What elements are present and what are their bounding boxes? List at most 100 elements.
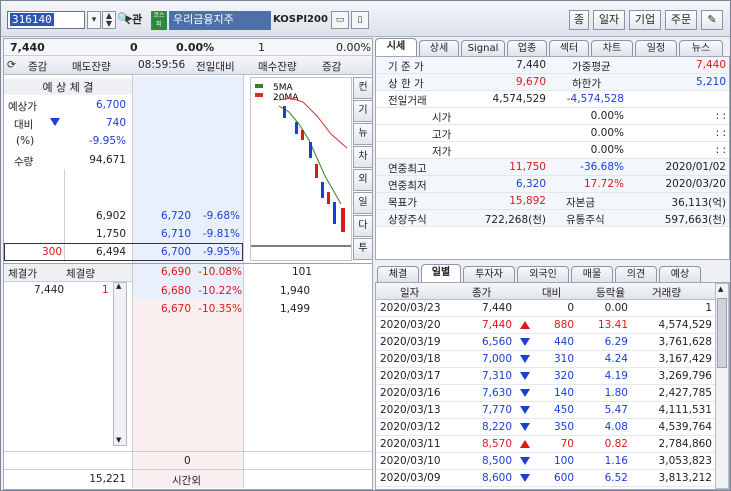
daily-volume: 4,539,764	[658, 421, 712, 433]
info-panel: 시세 상세 Signal 업종 섹터 차트 일정 뉴스 기 준 가 7,440 …	[375, 38, 730, 490]
tab-quote[interactable]: 시세	[375, 38, 417, 56]
daily-row[interactable]: 2020/03/09 8,600 600 6.52 3,813,212	[376, 470, 715, 487]
order-button[interactable]: 주문	[665, 10, 697, 30]
trade-price-header: 체결가	[8, 268, 37, 280]
side-tab-news[interactable]: 뉴	[353, 123, 373, 145]
daily-close: 9,200	[446, 489, 512, 490]
footer-total-ask: 15,221	[89, 473, 126, 485]
daily-change: 450	[553, 404, 574, 416]
info-label: 가중평균	[572, 61, 611, 73]
settings-icon[interactable]: ✎	[701, 10, 723, 30]
market-label: KOSPI200	[273, 14, 328, 25]
scroll-up-icon[interactable]: ▲	[116, 282, 121, 290]
info-value: 11,750	[509, 161, 546, 173]
scroll-down-icon[interactable]: ▼	[116, 436, 121, 444]
dropdown-arrow-icon[interactable]: ▾	[87, 11, 101, 29]
daily-close: 7,440	[481, 302, 512, 314]
daily-row[interactable]: 2020/03/19 6,560 440 6.29 3,761,628	[376, 334, 715, 351]
daily-tabs: 체결 일별 투자자 외국인 매물 의견 예상	[375, 264, 730, 282]
daily-grid-header: 일자 종가 대비 등락율 거래량	[376, 283, 715, 300]
info-row: 저가 0.00% : :	[376, 142, 729, 159]
daily-volume: 4,574,529	[658, 319, 712, 331]
stock-code-input[interactable]: 316140	[7, 11, 85, 29]
daily-close: 8,600	[481, 472, 512, 484]
candles	[283, 106, 345, 232]
info-row: 목표가 15,892 자본금 36,113(억)	[376, 193, 729, 210]
tab-detail[interactable]: 상세	[419, 40, 459, 56]
down-triangle-icon	[50, 117, 60, 129]
tab-industry[interactable]: 업종	[507, 40, 547, 56]
refresh-icon[interactable]: ⟳	[7, 59, 16, 71]
daily-close: 7,630	[481, 387, 512, 399]
daily-rate: 0.82	[604, 438, 628, 450]
bid-price: 6,690	[160, 266, 191, 278]
summary-row: 7,440 0 0.00% 1 0.00%	[4, 39, 372, 56]
footer-divider	[4, 469, 372, 470]
trade-price: 7,440	[34, 284, 65, 296]
daily-rate: 6.52	[604, 472, 628, 484]
daily-date: 2020/03/11	[380, 438, 441, 450]
daily-row[interactable]: 2020/03/12 8,220 350 4.08 4,539,764	[376, 419, 715, 436]
info-label: 저가	[432, 146, 452, 158]
info-label: 상장주식	[388, 214, 427, 226]
up-down-spin-icon[interactable]: ▲ ▼	[102, 11, 116, 29]
side-tab-foreign[interactable]: 외	[353, 169, 373, 191]
date-button[interactable]: 일자	[593, 10, 625, 30]
side-tab-multi[interactable]: 다	[353, 215, 373, 237]
daily-row[interactable]: 2020/03/13 7,770 450 5.47 4,111,531	[376, 402, 715, 419]
scroll-thumb[interactable]	[717, 298, 727, 368]
daily-row[interactable]: 2020/03/17 7,310 320 4.19 3,269,796	[376, 368, 715, 385]
expected-rate-value: -9.95%	[88, 135, 126, 147]
daily-row[interactable]: 2020/03/069,200 210 2.23 2,482,103	[376, 487, 715, 490]
scroll-up-icon[interactable]: ▲	[718, 285, 723, 293]
info-label: 시가	[432, 112, 452, 124]
col-date: 일자	[400, 287, 420, 299]
daily-row[interactable]: 2020/03/10 8,500 100 1.16 3,053,823	[376, 453, 715, 470]
side-tab-chart[interactable]: 차	[353, 146, 373, 168]
ask-rate: -9.81%	[202, 228, 240, 240]
info-label: 유통주식	[566, 214, 605, 226]
screen-icon[interactable]: ▭	[331, 11, 349, 29]
tab-daily[interactable]: 일별	[421, 264, 461, 282]
tab-trades[interactable]: 체결	[377, 266, 419, 282]
info-row: 기 준 가 7,440 가중평균 7,440	[376, 57, 729, 74]
tab-investor[interactable]: 투자자	[463, 266, 515, 282]
daily-close: 6,560	[481, 336, 512, 348]
ma20-line	[278, 97, 348, 149]
daily-change: 320	[553, 370, 574, 382]
company-button[interactable]: 기업	[629, 10, 661, 30]
candle	[309, 142, 312, 158]
trade-header: 체결가 체결량	[4, 264, 132, 282]
daily-close: 8,570	[481, 438, 512, 450]
side-tab-con[interactable]: 컨	[353, 77, 373, 99]
daily-scrollbar[interactable]: ▲	[715, 283, 729, 489]
side-tab-gi[interactable]: 기	[353, 100, 373, 122]
tab-opinion[interactable]: 의견	[615, 266, 657, 282]
tab-foreign[interactable]: 외국인	[517, 266, 569, 282]
daily-row[interactable]: 2020/03/20 7,440 880 13.41 4,574,529	[376, 317, 715, 334]
tab-expected[interactable]: 예상	[659, 266, 701, 282]
tab-schedule[interactable]: 일정	[635, 40, 677, 56]
stock-name-field[interactable]: 우리금융지주	[169, 11, 271, 30]
trade-scrollbar[interactable]: ▲ ▼	[113, 282, 127, 446]
ask-price: 6,700	[160, 246, 191, 258]
daily-row[interactable]: 2020/03/18 7,000 310 4.24 3,167,429	[376, 351, 715, 368]
mini-chart[interactable]: 5MA 20MA	[250, 77, 352, 298]
daily-volume: 3,761,628	[658, 336, 712, 348]
tab-news[interactable]: 뉴스	[679, 40, 723, 56]
side-tab-investor[interactable]: 투	[353, 238, 373, 260]
daily-date: 2020/03/18	[380, 353, 441, 365]
tab-chart[interactable]: 차트	[591, 40, 633, 56]
jong-button[interactable]: 종	[569, 10, 589, 30]
daily-row[interactable]: 2020/03/16 7,630 140 1.80 2,427,785	[376, 385, 715, 402]
side-tab-daily[interactable]: 일	[353, 192, 373, 214]
tab-sector[interactable]: 섹터	[549, 40, 589, 56]
daily-row[interactable]: 2020/03/11 8,570 70 0.82 2,784,860	[376, 436, 715, 453]
interest-button[interactable]: 관	[132, 11, 148, 29]
tab-volume-profile[interactable]: 매물	[571, 266, 613, 282]
tab-signal[interactable]: Signal	[461, 40, 505, 56]
header-bid-delta: 증감	[322, 61, 342, 73]
split-icon[interactable]: ▯	[351, 11, 369, 29]
daily-date: 2020/03/23	[380, 302, 441, 314]
daily-row[interactable]: 2020/03/23 7,440 0 0.00 1	[376, 300, 715, 317]
